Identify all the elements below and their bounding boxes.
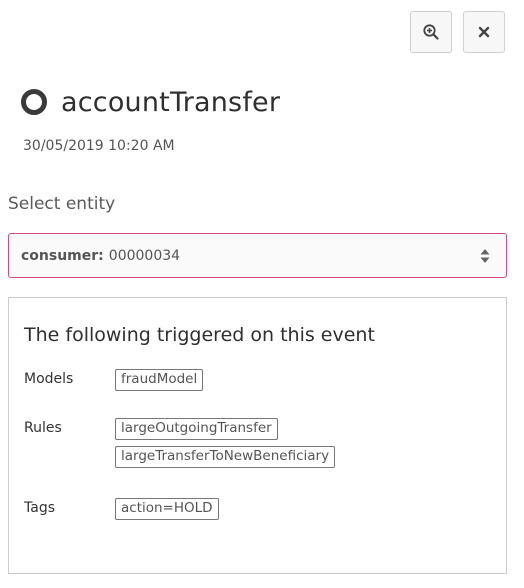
sort-arrows-icon <box>480 248 490 268</box>
select-entity-label: Select entity <box>8 194 116 214</box>
tags-label: Tags <box>24 500 55 516</box>
zoom-button[interactable] <box>410 11 452 53</box>
triggers-heading: The following triggered on this event <box>24 324 375 346</box>
model-chip: fraudModel <box>115 369 204 391</box>
rules-list: largeOutgoingTransfer largeTransferToNew… <box>115 418 336 468</box>
models-label: Models <box>24 371 74 387</box>
rules-label: Rules <box>24 420 62 436</box>
close-button[interactable] <box>463 11 505 53</box>
event-detail-panel: accountTransfer 30/05/2019 10:20 AM Sele… <box>0 0 524 588</box>
triggers-card: The following triggered on this event Mo… <box>8 297 507 574</box>
event-title-row: accountTransfer <box>21 82 280 122</box>
entity-select[interactable]: consumer: 00000034 <box>8 233 507 278</box>
rule-chip: largeTransferToNewBeneficiary <box>115 446 336 468</box>
entity-key: consumer: <box>21 247 104 264</box>
event-title: accountTransfer <box>61 86 281 118</box>
rule-chip: largeOutgoingTransfer <box>115 418 278 440</box>
hollow-circle-icon <box>21 89 47 115</box>
close-icon <box>477 25 491 39</box>
zoom-in-icon <box>422 23 440 41</box>
tag-chip: action=HOLD <box>115 498 219 520</box>
entity-value: 00000034 <box>108 247 181 264</box>
tags-list: action=HOLD <box>115 498 219 520</box>
event-timestamp: 30/05/2019 10:20 AM <box>23 138 175 154</box>
models-list: fraudModel <box>115 369 204 391</box>
